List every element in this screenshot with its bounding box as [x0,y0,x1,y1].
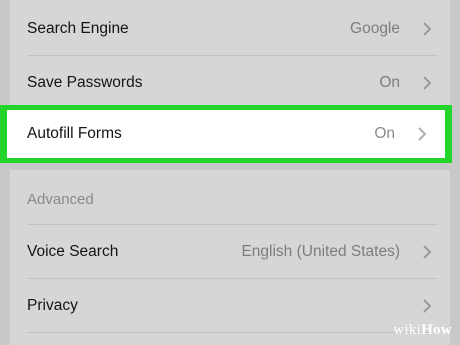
setting-label: Search Engine [27,19,129,37]
setting-row-save-passwords[interactable]: Save Passwords On [10,56,450,109]
highlight-frame: Autofill Forms On [0,105,452,163]
setting-value: English (United States) [241,242,400,260]
section-title: Advanced [27,191,94,208]
setting-label: Voice Search [27,242,119,260]
setting-value: On [379,73,400,91]
setting-row-privacy[interactable]: Privacy [10,279,450,332]
chevron-right-icon [420,21,434,37]
chevron-right-icon [420,244,434,260]
setting-value: Google [350,19,400,37]
setting-value: On [374,125,395,142]
settings-card-advanced: Advanced Voice Search English (United St… [10,170,450,345]
chevron-right-icon [420,298,434,314]
divider [27,332,438,333]
setting-label: Privacy [27,296,78,314]
wikihow-watermark: wikiHow [393,322,452,338]
chevron-right-icon [415,126,429,142]
setting-row-search-engine[interactable]: Search Engine Google [10,2,450,55]
setting-row-voice-search[interactable]: Voice Search English (United States) [10,225,450,278]
chevron-right-icon [420,75,434,91]
setting-label: Autofill Forms [27,125,122,142]
setting-label: Save Passwords [27,73,143,91]
setting-row-autofill-forms[interactable]: Autofill Forms On [7,110,445,158]
